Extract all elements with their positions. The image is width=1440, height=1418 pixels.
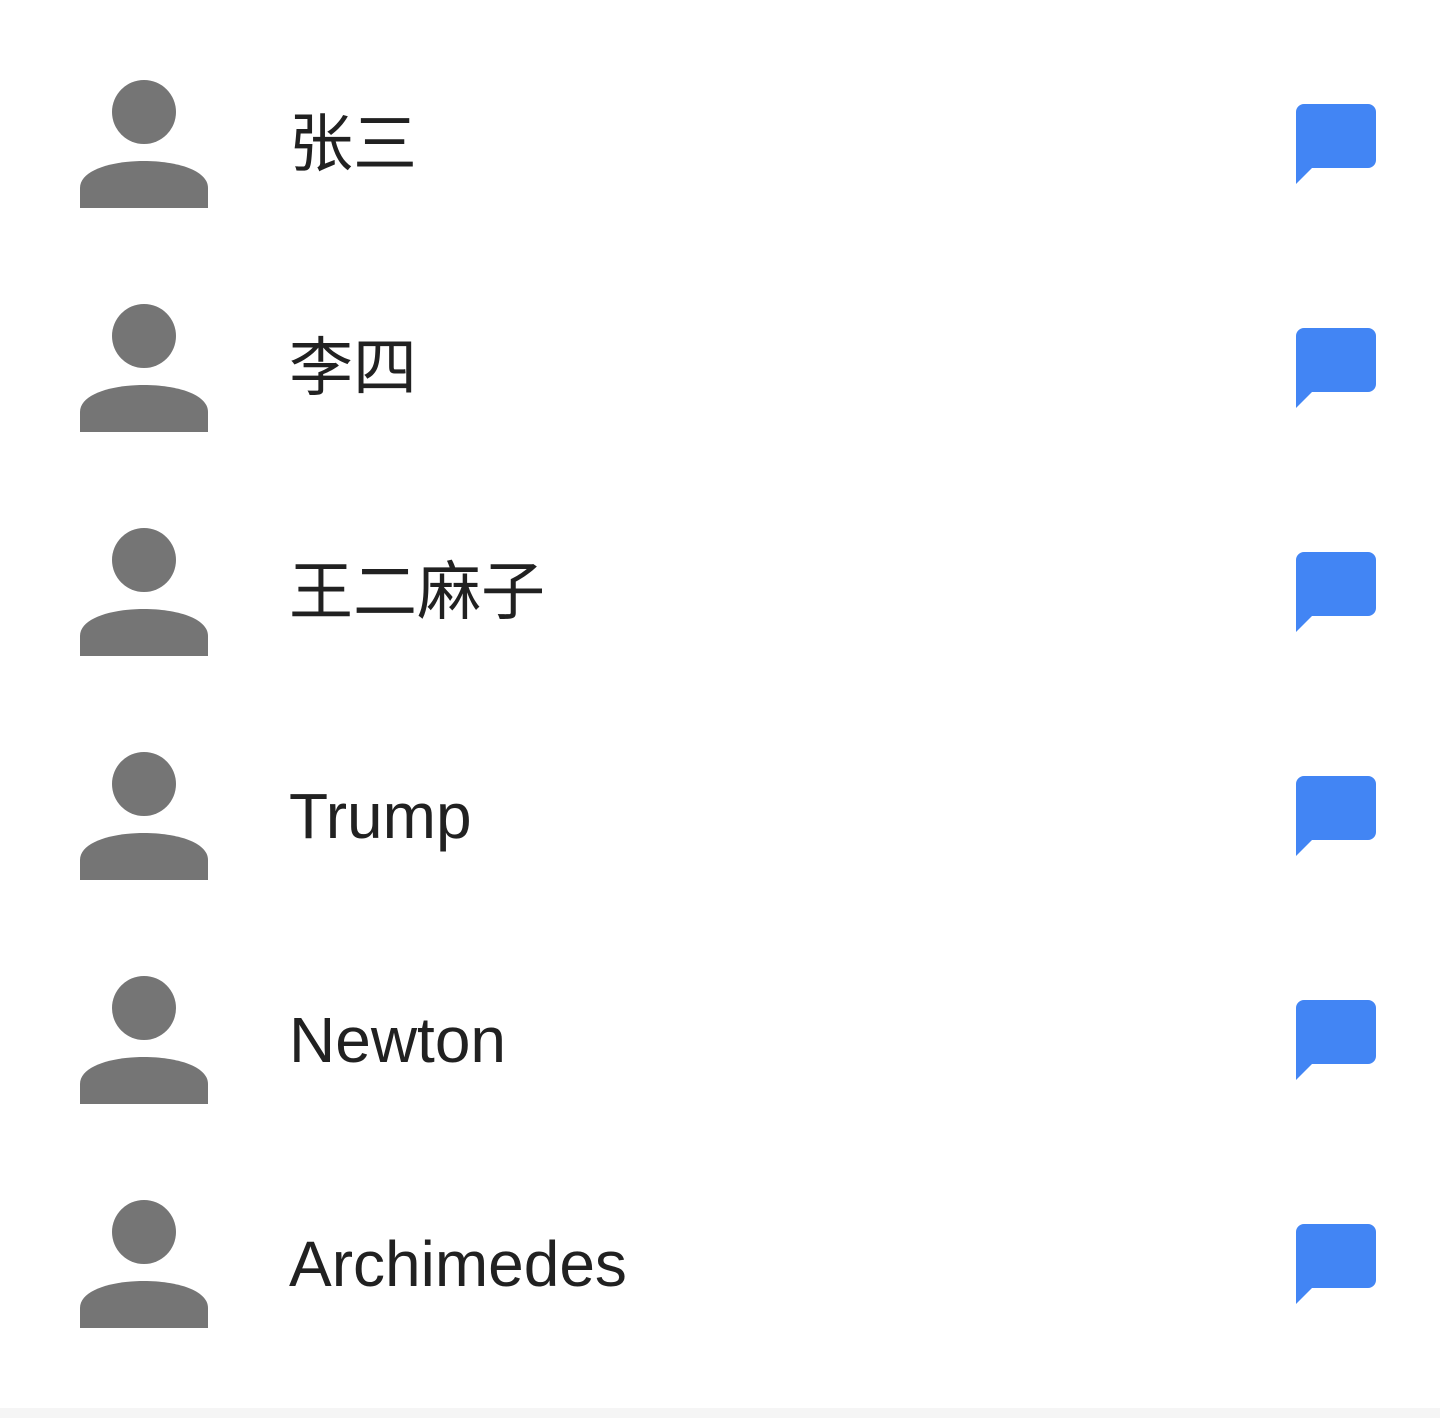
chat-bubble-icon: [1296, 1224, 1376, 1304]
person-icon: [80, 80, 208, 208]
contact-name: 李四: [289, 332, 417, 404]
chat-bubble-icon: [1296, 1000, 1376, 1080]
message-button[interactable]: [1296, 328, 1376, 408]
person-icon: [80, 1200, 208, 1328]
message-button[interactable]: [1296, 1000, 1376, 1080]
chat-bubble-icon: [1296, 776, 1376, 856]
chat-bubble-icon: [1296, 104, 1376, 184]
person-icon: [80, 304, 208, 432]
message-button[interactable]: [1296, 1224, 1376, 1304]
message-button[interactable]: [1296, 104, 1376, 184]
contact-row[interactable]: 李四: [0, 256, 1440, 480]
contact-name: Archimedes: [289, 1228, 627, 1300]
contact-name: 王二麻子: [289, 556, 545, 628]
contact-row[interactable]: Archimedes: [0, 1152, 1440, 1376]
chat-bubble-icon: [1296, 328, 1376, 408]
person-icon: [80, 752, 208, 880]
contact-name: 张三: [289, 108, 417, 180]
contact-name: Trump: [289, 780, 472, 852]
contact-row[interactable]: Newton: [0, 928, 1440, 1152]
message-button[interactable]: [1296, 776, 1376, 856]
person-icon: [80, 528, 208, 656]
contact-list: 张三 李四 王二麻子 Trump Newton Archimedes: [0, 0, 1440, 1408]
contact-row[interactable]: 张三: [0, 32, 1440, 256]
contact-row[interactable]: 王二麻子: [0, 480, 1440, 704]
chat-bubble-icon: [1296, 552, 1376, 632]
contact-row[interactable]: Trump: [0, 704, 1440, 928]
message-button[interactable]: [1296, 552, 1376, 632]
person-icon: [80, 976, 208, 1104]
contact-name: Newton: [289, 1004, 506, 1076]
